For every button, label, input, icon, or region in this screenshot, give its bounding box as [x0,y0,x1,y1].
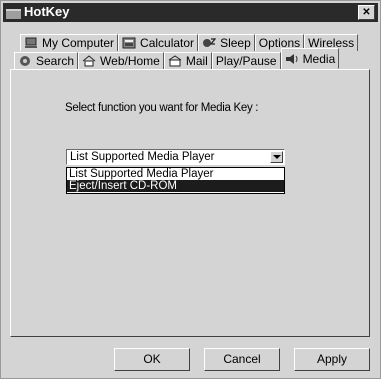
close-button[interactable]: ✕ [358,5,375,20]
ok-button[interactable]: OK [114,348,190,371]
tab-label: Mail [185,54,208,68]
tab-media[interactable]: Media [280,48,340,69]
tab-search[interactable]: Search [14,52,79,69]
hotkey-window: HotKey ✕ My Computer Calculator Sleep Op… [0,0,381,379]
sleep-icon [202,37,217,49]
title-bar[interactable]: HotKey ✕ [3,3,378,22]
chevron-down-icon[interactable] [270,151,283,163]
computer-icon [24,37,38,49]
select-value: List Supported Media Player [70,151,215,163]
search-icon [18,55,32,67]
media-tab-panel: Select function you want for Media Key :… [10,69,370,337]
cancel-button[interactable]: Cancel [204,348,280,371]
select-dropdown-list: List Supported Media Player Eject/Insert… [66,167,285,194]
apply-button[interactable]: Apply [294,348,370,371]
calculator-icon [122,37,136,49]
mail-icon [168,55,182,67]
media-function-select[interactable]: List Supported Media Player [66,149,285,165]
media-icon [285,53,299,65]
tab-mail[interactable]: Mail [163,52,212,69]
option-eject-insert-cd-rom[interactable]: Eject/Insert CD-ROM [67,180,284,192]
tab-label: Play/Pause [215,54,277,68]
window-title: HotKey [24,4,70,19]
tab-label: Sleep [220,36,251,50]
app-icon [6,9,21,19]
tab-web-home[interactable]: Web/Home [78,52,164,69]
tab-play-pause[interactable]: Play/Pause [211,52,281,69]
tab-calculator[interactable]: Calculator [118,34,199,51]
option-list-supported-media-player[interactable]: List Supported Media Player [67,168,284,180]
tab-label: Web/Home [100,54,160,68]
tab-row-2: Search Web/Home Mail Play/Pause Media [14,48,340,69]
home-icon [82,55,96,67]
tab-label: Search [36,54,75,68]
tab-label: My Computer [42,36,115,50]
media-key-prompt: Select function you want for Media Key : [65,102,259,114]
tab-my-computer[interactable]: My Computer [20,34,119,51]
tab-label: Calculator [140,36,195,50]
tab-sleep[interactable]: Sleep [198,34,255,51]
tab-label: Media [302,51,336,66]
